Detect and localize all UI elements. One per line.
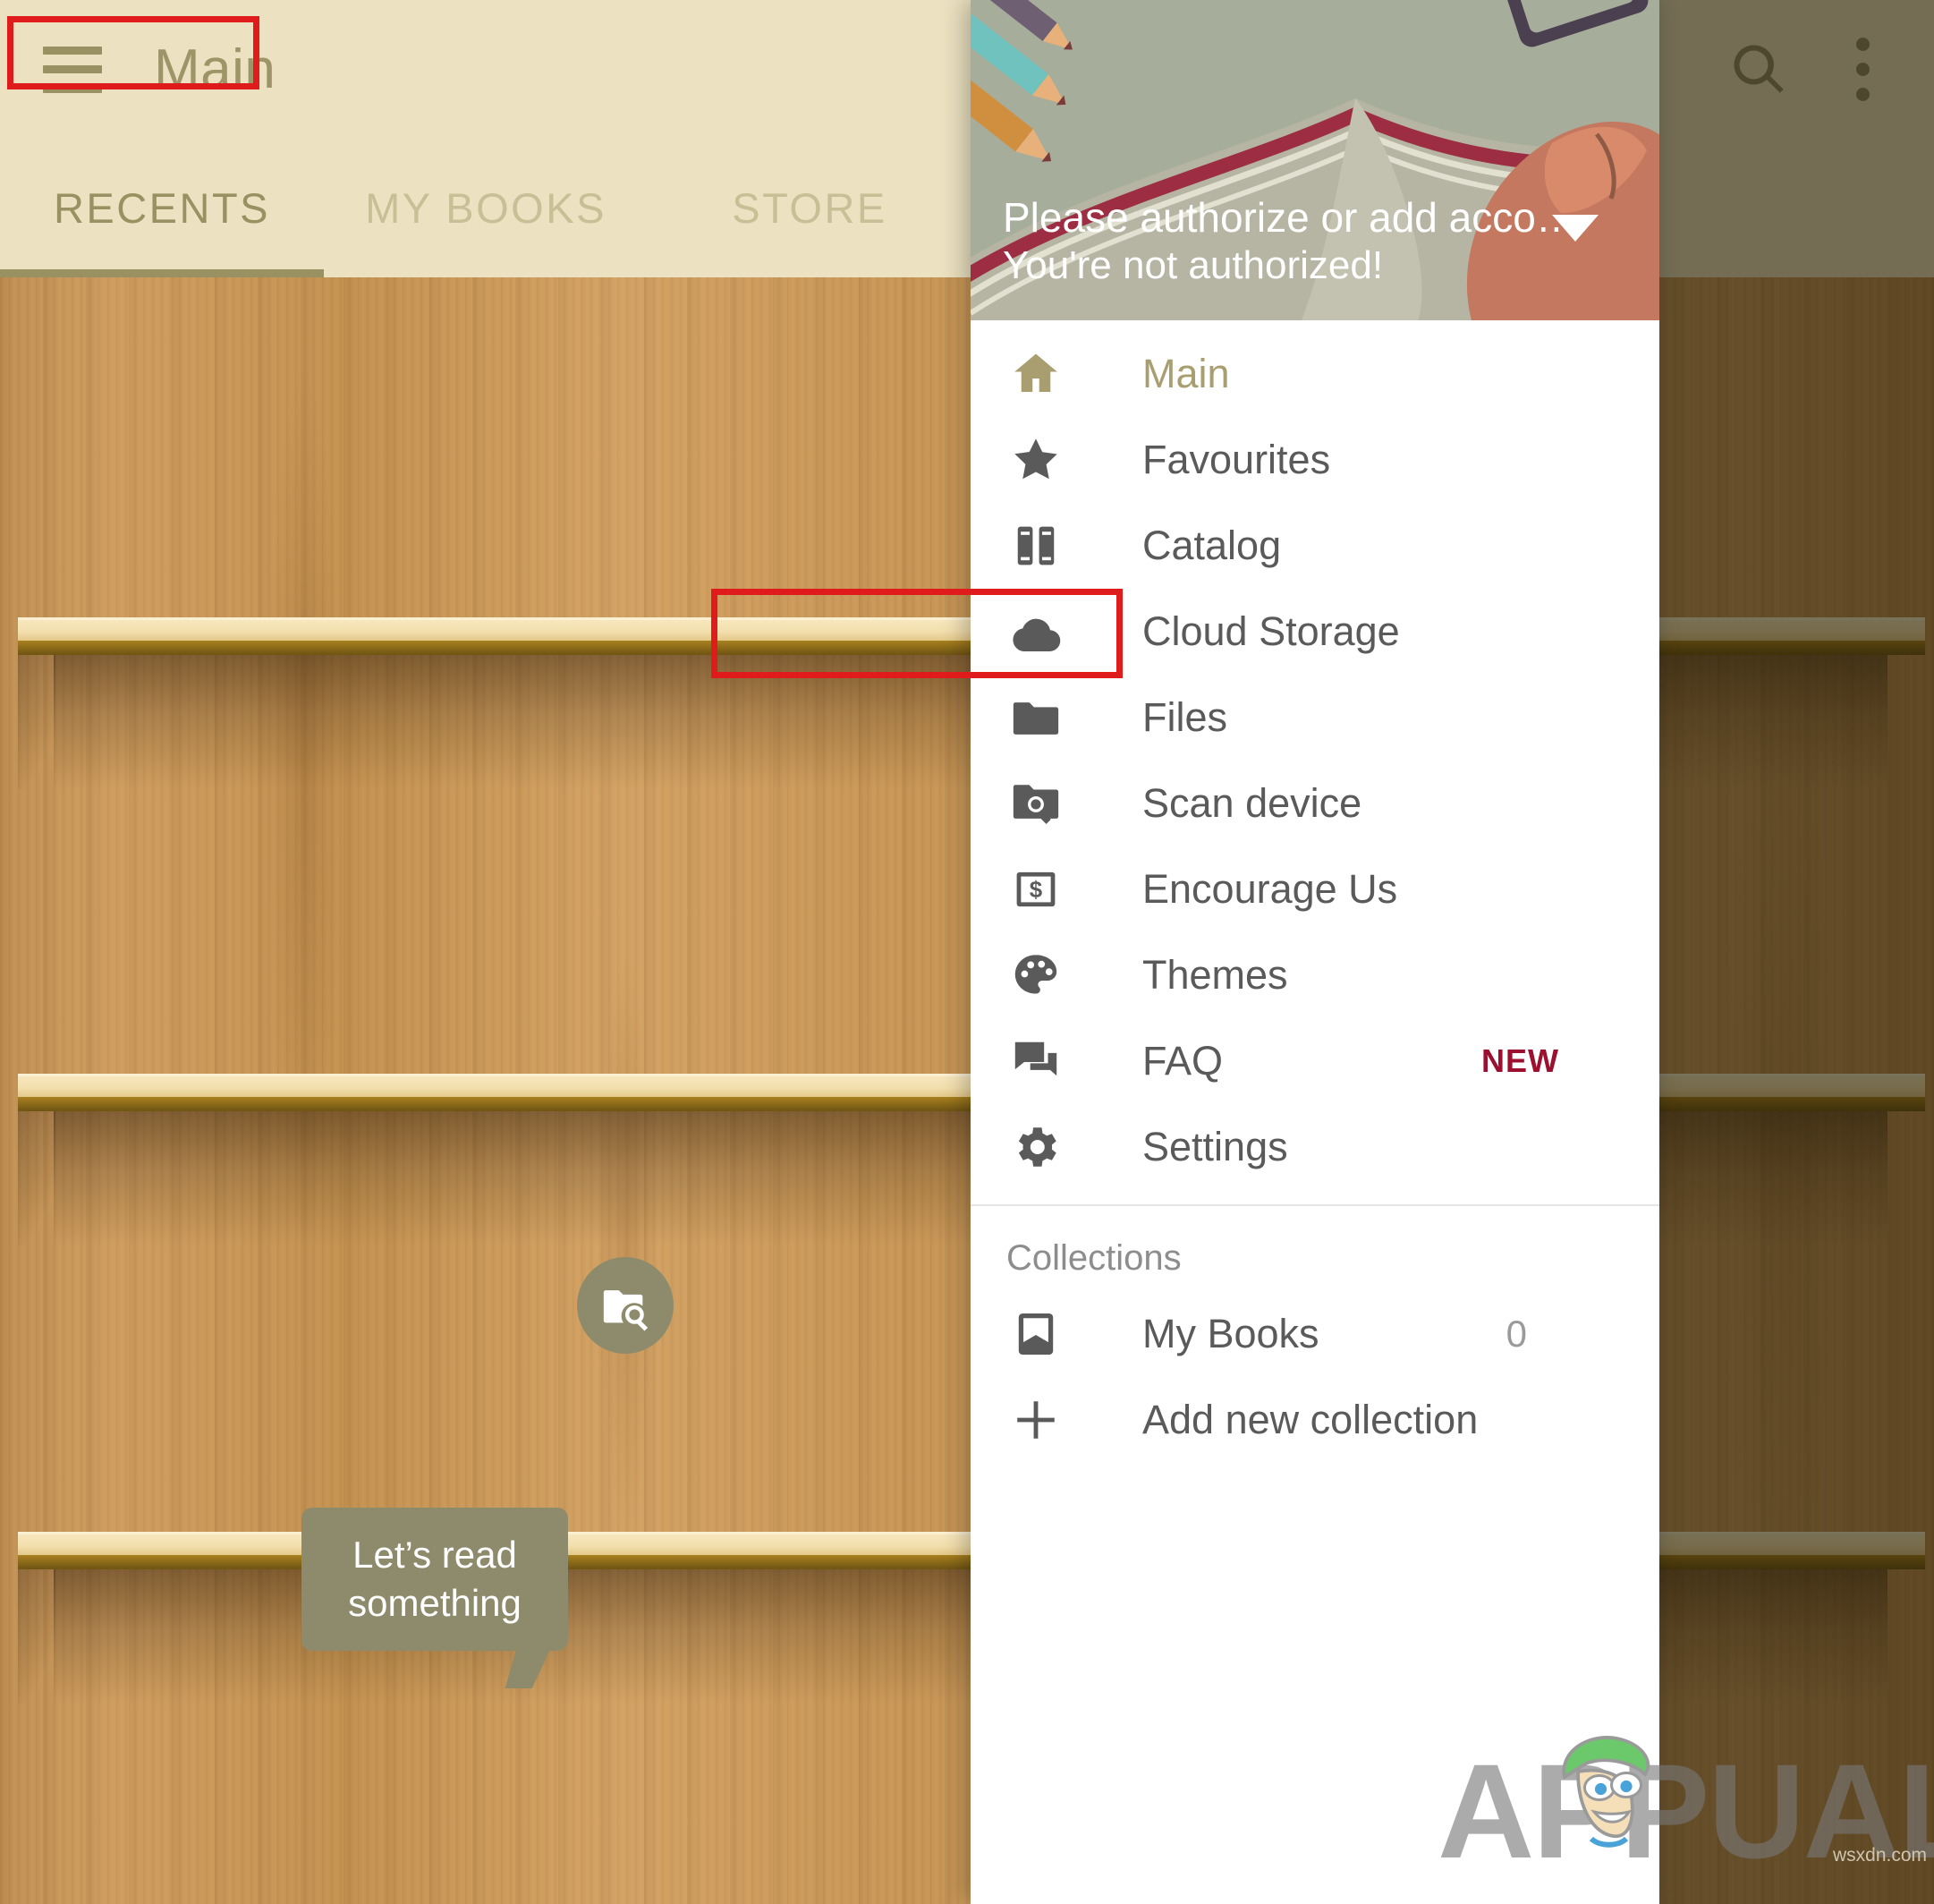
folder-search-icon	[603, 1290, 649, 1331]
drawer-item-encourage-us[interactable]: $ Encourage Us	[971, 846, 1659, 932]
tab-store[interactable]: STORE	[648, 139, 971, 277]
read-hint-tooltip: Let’s read something	[301, 1508, 568, 1651]
drawer-item-label: Files	[1142, 694, 1228, 740]
chat-icon	[1008, 1033, 1064, 1089]
drawer-item-my-books[interactable]: My Books 0	[971, 1291, 1659, 1377]
drawer-item-add-new-collection[interactable]: Add new collection	[971, 1377, 1659, 1463]
search-icon[interactable]	[1729, 40, 1788, 99]
cloud-icon	[1008, 604, 1064, 659]
drawer-account-line-2: You're not authorized!	[1003, 243, 1384, 288]
app-bar-actions	[1729, 38, 1934, 101]
tooltip-line-2: something	[348, 1582, 522, 1624]
drawer-item-label: My Books	[1142, 1311, 1319, 1356]
navigation-drawer: Please authorize or add acco… You're not…	[971, 0, 1659, 1904]
drawer-item-files[interactable]: Files	[971, 675, 1659, 761]
palette-icon	[1008, 948, 1064, 1003]
page-title: Main	[154, 38, 276, 100]
folder-search-fab[interactable]	[577, 1257, 674, 1354]
drawer-item-label: Settings	[1142, 1124, 1288, 1169]
drawer-item-label: Encourage Us	[1142, 866, 1398, 912]
drawer-item-cloud-storage[interactable]: Cloud Storage	[971, 589, 1659, 675]
drawer-item-label: Scan device	[1142, 780, 1362, 826]
money-box-icon: $	[1008, 862, 1064, 917]
tab-recents[interactable]: RECENTS	[0, 139, 324, 277]
hamburger-icon[interactable]	[43, 46, 102, 93]
star-icon	[1008, 432, 1064, 488]
drawer-account-line-1: Please authorize or add acco…	[1003, 194, 1577, 242]
drawer-item-label: FAQ	[1142, 1038, 1224, 1084]
collections-section-label: Collections	[1006, 1238, 1182, 1278]
svg-text:$: $	[1030, 878, 1043, 903]
drawer-item-label: Add new collection	[1142, 1397, 1479, 1442]
drawer-item-label: Favourites	[1142, 437, 1331, 482]
drawer-menu: Main Favourites Catalog Cloud Storage Fi…	[971, 320, 1659, 1463]
drawer-item-label: Themes	[1142, 952, 1288, 998]
drawer-item-scan-device[interactable]: Scan device	[971, 761, 1659, 846]
tooltip-line-1: Let’s read	[352, 1534, 517, 1577]
screen-root: Main RECENTS MY BOOKS STORE Let’s read s…	[0, 0, 1934, 1904]
home-icon	[1008, 346, 1064, 402]
plus-icon	[1008, 1392, 1064, 1448]
status-badge: NEW	[1481, 1042, 1559, 1079]
drawer-item-settings[interactable]: Settings	[971, 1104, 1659, 1190]
drawer-item-label: Catalog	[1142, 523, 1282, 568]
drawer-item-label: Main	[1142, 351, 1230, 396]
drawer-account-status: Please authorize or add acco… You're not…	[1003, 193, 1577, 290]
folder-search-icon	[1008, 776, 1064, 831]
active-tab-indicator	[0, 269, 324, 277]
books-icon	[1008, 518, 1064, 574]
drawer-header[interactable]: Please authorize or add acco… You're not…	[971, 0, 1659, 320]
drawer-item-favourites[interactable]: Favourites	[971, 417, 1659, 503]
book-outline-icon	[1008, 1306, 1064, 1362]
folder-icon	[1008, 690, 1064, 745]
drawer-item-catalog[interactable]: Catalog	[971, 503, 1659, 589]
drawer-item-themes[interactable]: Themes	[971, 932, 1659, 1018]
drawer-item-faq[interactable]: FAQ NEW	[971, 1018, 1659, 1104]
tab-my-books[interactable]: MY BOOKS	[324, 139, 648, 277]
more-vertical-icon[interactable]	[1856, 38, 1870, 101]
drawer-item-label: Cloud Storage	[1142, 608, 1400, 654]
chevron-down-icon[interactable]	[1552, 215, 1599, 242]
collection-count: 0	[1506, 1313, 1527, 1355]
drawer-item-main[interactable]: Main	[971, 331, 1659, 417]
gear-icon	[1008, 1119, 1064, 1175]
